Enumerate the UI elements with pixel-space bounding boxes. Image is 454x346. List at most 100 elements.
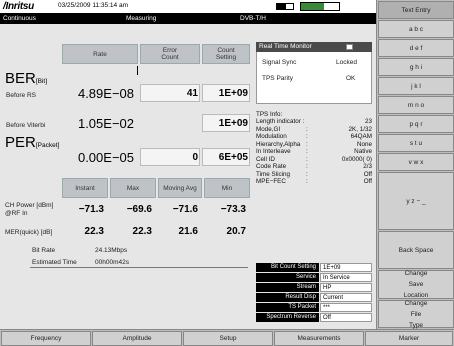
- menu-amplitude[interactable]: Amplitude: [92, 331, 182, 346]
- mer-min: 20.7: [226, 226, 246, 237]
- ch-power-instant: −71.3: [78, 204, 104, 215]
- mode-status: Continuous: [3, 15, 36, 22]
- softkey-pqr[interactable]: p q r: [378, 115, 454, 133]
- mer-avg: 21.6: [178, 226, 198, 237]
- mer-instant: 22.3: [84, 226, 104, 237]
- menu-frequency[interactable]: Frequency: [1, 331, 91, 346]
- tps-key: Cell ID: [256, 155, 275, 163]
- min-header: Min: [204, 178, 250, 198]
- tps-colon: :: [306, 155, 308, 163]
- tps-key: Hierarchy,Alpha: [256, 140, 301, 148]
- anritsu-logo: /Inritsu: [3, 1, 34, 12]
- ch-power-min: −73.3: [220, 204, 246, 215]
- ch-power-max: −69.6: [126, 204, 152, 215]
- before-rs-label: Before RS: [6, 92, 36, 99]
- per-error: 0: [192, 152, 198, 163]
- tps-parity-label: TPS Parity: [262, 75, 294, 82]
- tps-value: None: [356, 140, 372, 148]
- tps-colon: :: [306, 125, 308, 133]
- tps-key: MPE−FEC: [256, 178, 286, 185]
- ch-power-avg: −71.6: [172, 204, 198, 215]
- setting-key: TS Packet: [256, 303, 319, 312]
- softkey-abc[interactable]: a b c: [378, 20, 454, 38]
- estimated-time-label: Estimated Time: [32, 259, 77, 266]
- softkey-jkl[interactable]: j k l: [378, 77, 454, 95]
- softkey-vwx[interactable]: v w x: [378, 153, 454, 171]
- status-bar: Continuous Measuring DVB-T/H: [0, 13, 376, 24]
- menu-setup[interactable]: Setup: [183, 331, 273, 346]
- tps-key: Time Slicing: [256, 170, 291, 178]
- per-setting: 6E+05: [218, 152, 248, 163]
- before-rs-rate: 4.89E−08: [77, 86, 134, 101]
- menu-marker[interactable]: Marker: [365, 331, 453, 346]
- standard-label: DVB-T/H: [240, 15, 266, 22]
- instant-header: Instant: [62, 178, 108, 198]
- setting-value[interactable]: 1E+09: [320, 263, 372, 272]
- setting-value[interactable]: HP: [320, 283, 372, 292]
- tps-value: 2/3: [363, 163, 372, 170]
- estimated-time-value: 00h00m42s: [95, 259, 129, 266]
- tps-value: 0x0000( 0): [341, 155, 372, 163]
- softkey-def[interactable]: d e f: [378, 39, 454, 57]
- setting-key: Result Disp: [256, 293, 319, 302]
- softkey-ghi[interactable]: g h i: [378, 58, 454, 76]
- bit-rate-label: Bit Rate: [32, 247, 56, 254]
- before-rs-error: 41: [186, 88, 198, 99]
- setting-value[interactable]: In Service: [320, 273, 372, 282]
- tps-key: In Interleave: [256, 148, 291, 155]
- tps-info-title: TPS Info:: [256, 111, 283, 118]
- before-viterbi-rate: 1.05E−02: [77, 116, 134, 131]
- tps-key: Mode,GI: [256, 125, 281, 133]
- progress-divider: [30, 267, 248, 268]
- bottom-menu-bar: Frequency Amplitude Setup Measurements M…: [0, 329, 454, 346]
- setting-key: Stream: [256, 283, 319, 292]
- tps-value: 2K, 1/32: [348, 125, 372, 133]
- change-file-type-button[interactable]: Change File Type: [378, 300, 454, 329]
- ber-label: BER[Bit]: [5, 70, 48, 87]
- per-rate: 0.00E−05: [77, 150, 134, 165]
- tps-parity-value: OK: [346, 75, 356, 82]
- setting-value[interactable]: Off: [320, 313, 372, 322]
- back-space-button[interactable]: Back Space: [378, 231, 454, 269]
- signal-sync-label: Signal Sync: [262, 59, 297, 66]
- text-entry-header: Text Entry: [378, 1, 454, 19]
- tps-colon: :: [306, 170, 308, 178]
- softkey-panel: Text Entry a b c d e f g h i j k l m n o…: [376, 0, 454, 329]
- tps-value: 23: [364, 118, 372, 125]
- tps-colon: :: [306, 140, 308, 148]
- signal-strength-icon: [276, 3, 294, 10]
- bit-rate-value: 24.13Mbps: [95, 247, 128, 254]
- tps-colon: :: [306, 148, 308, 155]
- softkey-mno[interactable]: m n o: [378, 96, 454, 114]
- mer-label: MER(quick) [dB]: [5, 229, 53, 236]
- tps-colon: :: [306, 163, 308, 170]
- menu-measurements[interactable]: Measurements: [274, 331, 364, 346]
- tps-colon: :: [306, 133, 308, 140]
- rate-header: Rate: [62, 44, 138, 64]
- ch-power-label: CH Power [dBm]: [5, 202, 54, 209]
- count-setting-header: Count Setting: [202, 44, 250, 64]
- tps-value: Native: [354, 148, 372, 155]
- setting-value[interactable]: ***: [320, 303, 372, 312]
- rf-in-label: @RF In: [5, 210, 28, 217]
- softkey-yz[interactable]: y z − _: [378, 172, 454, 230]
- datetime: 03/25/2009 11:35:14 am: [58, 2, 128, 9]
- tps-key: Length indicator :: [256, 118, 305, 125]
- tps-value: Off: [363, 170, 372, 178]
- tps-colon: :: [306, 178, 308, 185]
- setting-key: Service: [256, 273, 319, 282]
- tps-value: Off: [363, 178, 372, 185]
- setting-key: Bit Count Setting: [256, 263, 319, 272]
- change-save-location-button[interactable]: Change Save Location: [378, 270, 454, 299]
- realtime-monitor-title: Real Time Monitor: [256, 42, 372, 52]
- measuring-status: Measuring: [126, 15, 157, 22]
- cursor-marker: [137, 66, 138, 75]
- mer-max: 22.3: [132, 226, 152, 237]
- moving-avg-header: Moving Avg: [158, 178, 202, 198]
- setting-value[interactable]: Current: [320, 293, 372, 302]
- realtime-monitor-checkbox[interactable]: [346, 44, 353, 50]
- softkey-stu[interactable]: s t u: [378, 134, 454, 152]
- tps-key: Code Rate: [256, 163, 287, 170]
- battery-level: [301, 3, 324, 10]
- setting-key: Spectrum Reverse: [256, 313, 319, 322]
